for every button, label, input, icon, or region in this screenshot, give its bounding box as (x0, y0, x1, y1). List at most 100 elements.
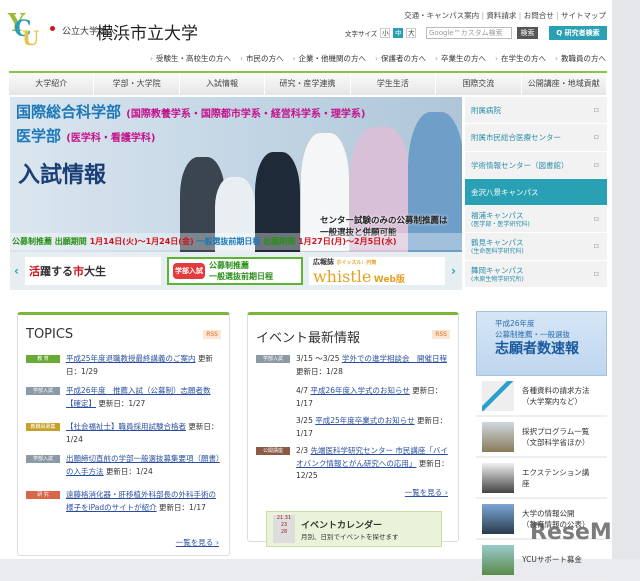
sidebar-item[interactable]: 附属市民総合医療センター (465, 124, 607, 152)
link-text: 採択プログラム一覧 （文部科学省ほか） (522, 426, 590, 448)
nav-item[interactable]: 入試情報 (179, 73, 266, 95)
event-item: 4/7 平成26年度入学式のお知らせ 更新日：1/17 (256, 385, 452, 410)
update-date: 更新日：1/24 (105, 466, 153, 476)
link-request[interactable]: 資料請求 (479, 11, 516, 20)
banner-admission[interactable]: 学部入試 公募制推薦 一般選抜前期日程 (166, 257, 303, 285)
university-name[interactable]: 横浜市立大学 (96, 19, 198, 44)
next-arrow-icon[interactable]: › (451, 264, 456, 278)
event-link[interactable]: 学外での進学相談会 開催日程 (342, 354, 447, 363)
t: 公募制推薦・一般選抜 (495, 330, 570, 339)
event-item: 学部入試 3/15 〜3/25 学外での進学相談会 開催日程 更新日：1/28 (256, 353, 452, 378)
event-link[interactable]: 平成26年度入学式のお知らせ (310, 386, 409, 395)
label: 舞岡キャンパス (471, 265, 524, 275)
thumbnail-image (482, 421, 514, 452)
label: 附属市民総合医療センター (471, 133, 561, 143)
category-badge: 学部入試 (26, 387, 60, 395)
sidebar-item[interactable]: 舞岡キャンパス (木原生物学研究所) (465, 260, 607, 289)
event-date: 2/3 (296, 446, 309, 455)
t: 一般選抜前期日程 (208, 272, 273, 281)
info-link[interactable]: 各種資料の請求方法 （大学案内など） (476, 376, 607, 417)
hero-title: 入試情報 (18, 163, 107, 188)
topic-link[interactable]: 平成25年度退職教授最終講義のご案内 (66, 354, 196, 363)
t: 躍する (39, 265, 73, 278)
thumbnail-image (482, 462, 514, 493)
label: 金沢八景キャンパス (471, 187, 539, 197)
event-item: 3/25 平成25年度卒業式のお知らせ 更新日：1/17 (256, 415, 452, 440)
topics-panel: TOPICS RSS 一覧を見る 教 育平成25年度退職教授最終講義のご案内 更… (17, 312, 230, 556)
topic-item: 研 究遠藤格消化器・肝移植外科部長の外科手術の様子をiPadのサイトが紹介 更新… (26, 489, 222, 514)
category-badge: 学部入試 (256, 355, 290, 363)
applicant-count-banner[interactable]: 平成26年度 公募制推薦・一般選抜 志願者数速報 (476, 311, 607, 376)
d: 1月27日(月)〜2月5日(水) (298, 237, 397, 246)
font-small[interactable]: 小 (380, 28, 391, 38)
researcher-search-button[interactable]: Q 研究者検索 (549, 26, 607, 40)
topic-link[interactable]: 【社会福祉士】職員採用試験合格者 (66, 422, 186, 431)
rss-icon[interactable]: RSS (203, 330, 221, 339)
ycu-logo[interactable]: YCU (8, 8, 44, 50)
hero-faculty2-sub: (医学科・看護学科) (66, 133, 156, 144)
logo-dot (50, 26, 55, 31)
info-link[interactable]: 採択プログラム一覧 （文部科学省ほか） (476, 417, 607, 458)
update-date: 更新日：1/17 (159, 502, 206, 512)
sidebar-item[interactable]: 福浦キャンパス (医学部・医学研究科) (465, 206, 607, 234)
link-access[interactable]: 交通・キャンパス案内 (404, 11, 479, 20)
event-item: 公開講座 2/3 先端医科学研究センター 市民講座「バイオバンク情報とがん研究への… (256, 445, 452, 483)
topic-item: 教職員募集 【社会福祉士】職員採用試験合格者 更新日：1/24 (26, 421, 222, 446)
banner-whistle[interactable]: 広報誌 ホイッスル：円筒 whistle Web版 (308, 257, 445, 286)
aud-link[interactable]: 在学生の方へ (495, 53, 546, 64)
aud-link[interactable]: 受験生・高校生の方へ (150, 53, 231, 64)
tag: 学部入試 (172, 263, 205, 279)
sub: (木原生物学研究所) (471, 275, 524, 283)
events-more-link[interactable]: 一覧を見る (405, 487, 448, 498)
hero-banner[interactable]: 国際総合科学部 (国際教養学系・国際都市学系・経営科学系・理学系) 医学部 (医… (10, 97, 462, 290)
nav-item[interactable]: 国際交流 (436, 73, 522, 95)
banner-active-students[interactable]: 活躍する市大生 (24, 257, 161, 285)
line: 各種資料の請求方法 (522, 385, 590, 395)
thumbnail-image (482, 503, 514, 534)
link-text: エクステンション講座 (522, 467, 589, 489)
sidebar-item[interactable]: 附属病院 (465, 97, 607, 125)
page-background (612, 0, 640, 559)
event-date: 3/25 (296, 416, 313, 425)
font-large[interactable]: 大 (406, 28, 417, 38)
topics-more-link[interactable]: 一覧を見る (176, 537, 219, 548)
hero-faculty1: 国際総合科学部 (16, 103, 122, 121)
events-panel: イベント最新情報 RSS 一覧を見る 21 312328 イベントカレンダー月別、… (247, 312, 459, 547)
info-link[interactable]: YCUサポート募金 (476, 540, 607, 581)
aud-link[interactable]: 教職員の方へ (555, 53, 606, 64)
nav-item[interactable]: 大学紹介 (9, 73, 95, 95)
nav-item[interactable]: 研究・産学連携 (265, 73, 351, 95)
event-calendar-button[interactable]: 21 31 23 28 イベントカレンダー 月別、日別でイベントを探せます (266, 511, 442, 547)
info-link[interactable]: エクステンション講座 (476, 458, 607, 499)
prev-arrow-icon[interactable]: ‹ (14, 264, 19, 278)
nav-item[interactable]: 学部・大学院 (94, 73, 180, 95)
nav-item[interactable]: 公開講座・地域貢献 (521, 73, 607, 95)
aud-link[interactable]: 卒業生の方へ (435, 53, 486, 64)
top-links: 交通・キャンパス案内資料請求お問合せサイトマップ (404, 10, 606, 21)
aud-link[interactable]: 市民の方へ (240, 53, 284, 64)
sidebar-item[interactable]: 学術情報センター（図書館） (465, 151, 607, 179)
event-link[interactable]: 平成25年度卒業式のお知らせ (315, 416, 414, 425)
font-medium[interactable]: 中 (393, 28, 404, 38)
audience-nav: 受験生・高校生の方へ市民の方へ企業・他機関の方へ保護者の方へ卒業生の方へ在学生の… (150, 53, 606, 64)
sidebar-item[interactable]: 鶴見キャンパス (生命医科学研究科) (465, 233, 607, 261)
line: 座 (522, 478, 530, 488)
search-button[interactable]: 検索 (517, 27, 538, 39)
category-badge: 公開講座 (256, 447, 290, 455)
label: 鶴見キャンパス (471, 238, 524, 248)
link-text: YCUサポート募金 (522, 554, 582, 565)
thumbnail-image (482, 380, 514, 411)
d: 公募制推薦 (12, 237, 52, 246)
aud-link[interactable]: 保護者の方へ (375, 53, 426, 64)
link-contact[interactable]: お問合せ (516, 11, 553, 20)
label: 附属病院 (471, 106, 501, 115)
search-input[interactable]: Google™カスタム検索 (426, 27, 512, 39)
link-sitemap[interactable]: サイトマップ (554, 11, 606, 20)
calendar-sub: 月別、日別でイベントを探せます (301, 532, 399, 541)
sidebar-item-active[interactable]: 金沢八景キャンパス (465, 178, 607, 207)
t: ホイッスル：円筒 (336, 259, 377, 266)
aud-link[interactable]: 企業・他機関の方へ (293, 53, 367, 64)
nav-item[interactable]: 学生生活 (350, 73, 437, 95)
rss-icon[interactable]: RSS (432, 330, 450, 339)
banner-carousel: ‹ 活躍する市大生 学部入試 公募制推薦 一般選抜前期日程 広報誌 ホイッスル：円筒… (10, 252, 462, 290)
